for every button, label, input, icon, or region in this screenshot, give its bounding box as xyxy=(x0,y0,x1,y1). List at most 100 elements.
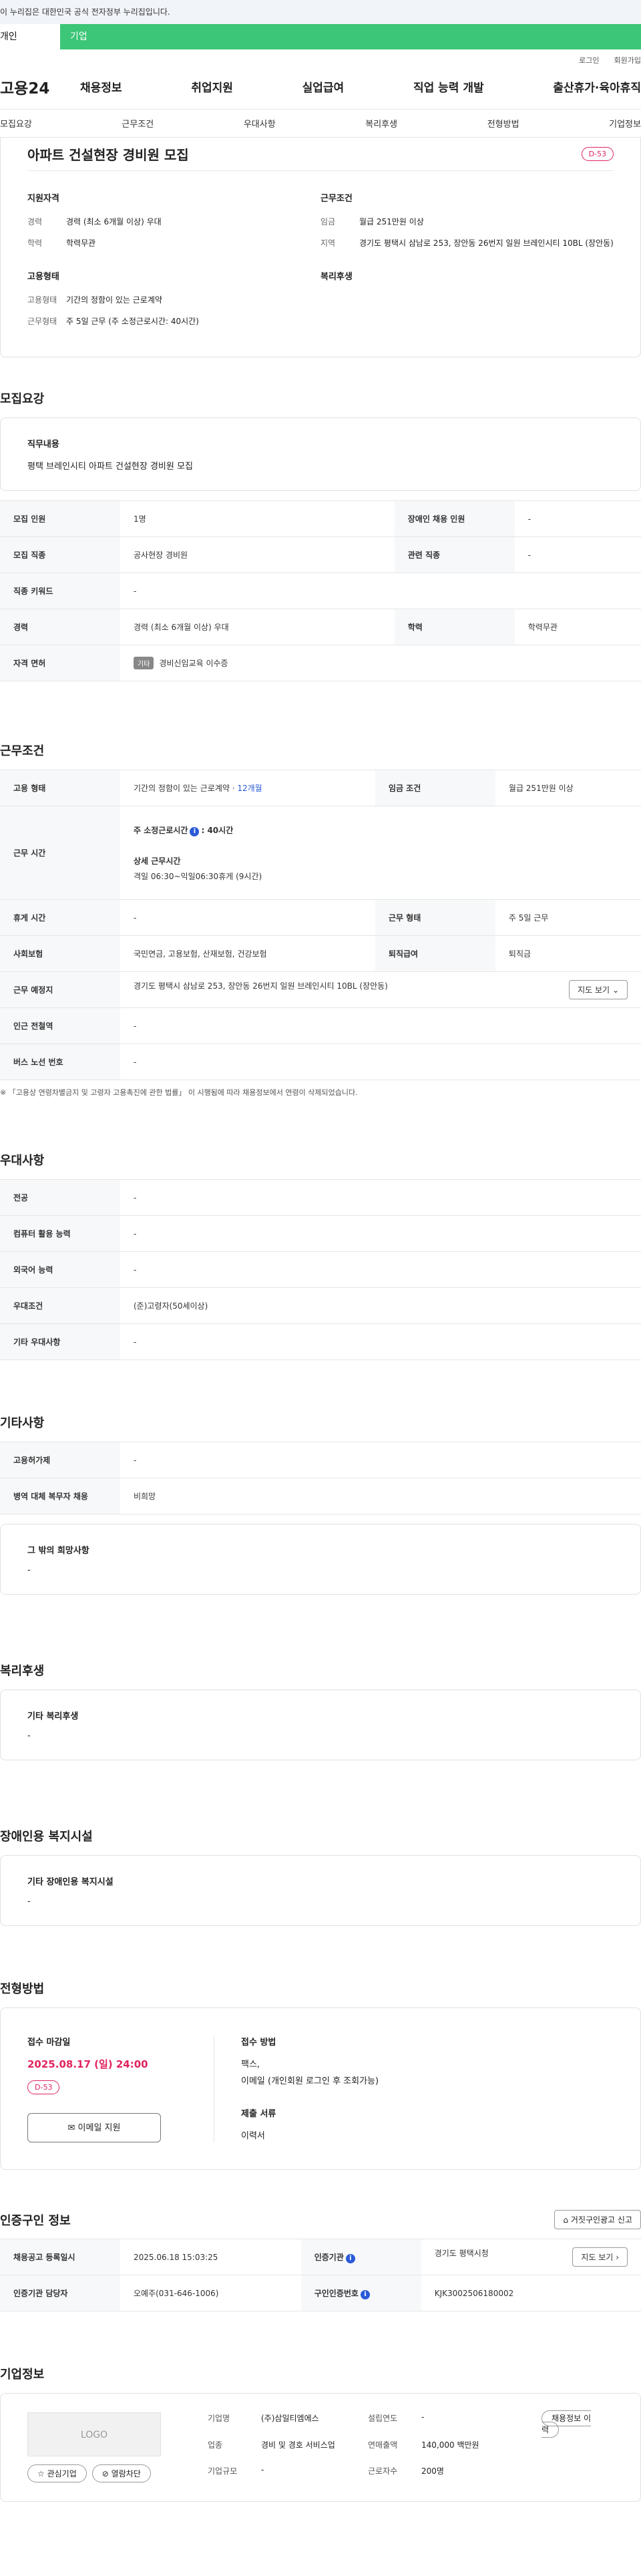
table-row: 컴퓨터 활용 능력 - xyxy=(0,1215,641,1252)
work-hours-label: 주 소정근로시간 xyxy=(134,825,188,835)
table-row: 사회보험 국민연금, 고용보험, 산재보험, 건강보험 퇴직급여 퇴직금 xyxy=(0,935,641,972)
cell-label: 퇴직급여 xyxy=(375,935,495,972)
deadline-value: 2025.08.17 (일) 24:00 xyxy=(27,2058,148,2070)
method-label: 접수 방법 xyxy=(241,2038,276,2048)
label: 임금 xyxy=(320,217,336,226)
label: 고용형태 xyxy=(27,295,57,305)
label: 근무형태 xyxy=(27,317,57,326)
cell-label: 휴게 시간 xyxy=(0,899,120,936)
table-row: 직종 키워드 - xyxy=(0,573,641,609)
cell-label: 모집 직종 xyxy=(0,536,120,573)
tab-company[interactable]: 기업 xyxy=(60,24,641,49)
cell-label: 고용허가제 xyxy=(0,1442,120,1478)
docs-label: 제출 서류 xyxy=(241,2109,276,2119)
cell-value: 공사현장 경비원 xyxy=(120,536,395,573)
work-hours-value: 40시간 xyxy=(207,825,234,835)
info-icon[interactable]: i xyxy=(345,2253,355,2263)
label: 근로자수 xyxy=(368,2466,398,2476)
info-icon[interactable]: i xyxy=(190,826,200,836)
duty-title: 직무내용 xyxy=(27,440,59,450)
duty-card: 직무내용 평택 브레인시티 아파트 건설현장 경비원 모집 xyxy=(0,418,641,491)
value: - xyxy=(261,2465,264,2475)
table-row: 고용허가제 - xyxy=(0,1442,641,1478)
org-value: 경기도 평택시청 xyxy=(434,2249,489,2258)
table-row: 병역 대체 복무자 채용 비희망 xyxy=(0,1478,641,1514)
apply-card: 접수 마감일 2025.08.17 (일) 24:00 D-53 ✉ 이메일 지… xyxy=(0,2007,641,2170)
other-wishes-value: - xyxy=(27,1565,31,1575)
gnb-item-job-skills[interactable]: 직업 능력 개발 xyxy=(413,78,484,95)
disabled-facility-value: - xyxy=(27,1897,31,1907)
disabled-facility-card: 기타 장애인용 복지시설 - xyxy=(0,1855,641,1926)
report-false-ad-button[interactable]: ⌂ 거짓구인광고 신고 xyxy=(554,2210,641,2229)
table-row: 우대조건 (준)고령자(50세이상) xyxy=(0,1287,641,1324)
table-row: 자격 면허 기타 경비신임교육 이수증 xyxy=(0,645,641,681)
label: 설립연도 xyxy=(368,2414,398,2423)
cell-label: 전공 xyxy=(0,1179,120,1216)
contract-period-link[interactable]: 12개월 xyxy=(237,784,262,793)
block-icon: ⊘ xyxy=(101,2469,109,2478)
cell-label: 인증기관 담당자 xyxy=(0,2275,120,2311)
cell-value: - xyxy=(120,573,641,609)
chevron-down-icon: ⌄ xyxy=(612,985,619,995)
cond-heading: 근무조건 xyxy=(320,194,353,204)
email-apply-button[interactable]: ✉ 이메일 지원 xyxy=(27,2113,161,2142)
fav-label: 관심기업 xyxy=(47,2469,77,2478)
block-label: 열람차단 xyxy=(111,2469,141,2478)
user-type-tabs: 개인 기업 xyxy=(0,24,641,49)
tab-personal[interactable]: 개인 xyxy=(0,24,60,49)
work-place-text: 경기도 평택시 삼남로 253, 장안동 26번지 일원 브레인시티 10BL … xyxy=(134,981,388,991)
block-view-button[interactable]: ⊘ 열람차단 xyxy=(91,2464,151,2482)
company-card: LOGO ☆ 관심기업 ⊘ 열람차단 기업명 (주)삼일티엠에스 설립연도 - 업종… xyxy=(0,2393,641,2502)
cell-label: 근무 시간 xyxy=(0,806,120,900)
value: 기간의 정함이 있는 근로계약 xyxy=(66,295,162,305)
cell-label: 컴퓨터 활용 능력 xyxy=(0,1215,120,1252)
cell-label: 고용 형태 xyxy=(0,770,120,806)
gnb-item-employment-support[interactable]: 취업지원 xyxy=(191,78,233,95)
login-link[interactable]: 로그인 xyxy=(579,56,599,65)
detail-hours-label: 상세 근무시간 xyxy=(134,856,181,866)
tab-selection[interactable]: 전형방법 xyxy=(487,117,519,130)
emp-type-text: 기간의 정함이 있는 근로계약 · xyxy=(134,784,238,793)
cell-label: 경력 xyxy=(0,609,120,645)
welfare-heading: 복리후생 xyxy=(320,272,353,282)
gnb-item-jobs[interactable]: 채용정보 xyxy=(80,78,122,95)
org-map-button[interactable]: 지도 보기 › xyxy=(572,2247,628,2267)
tab-welfare[interactable]: 복리후생 xyxy=(365,117,397,130)
cell-label: 인근 전철역 xyxy=(0,1007,120,1044)
table-row: 인근 전철역 - xyxy=(0,1007,641,1044)
cell-value: 오예주(031-646-1006) xyxy=(120,2275,301,2311)
job-title: 아파트 건설현장 경비원 모집 xyxy=(27,147,189,163)
email-apply-label: 이메일 지원 xyxy=(77,2123,121,2133)
signup-link[interactable]: 회원가입 xyxy=(614,56,641,65)
cell-value: 기타 경비신임교육 이수증 xyxy=(120,645,641,681)
favorite-company-button[interactable]: ☆ 관심기업 xyxy=(27,2464,87,2482)
site-logo[interactable]: 고용24 xyxy=(0,75,80,98)
tab-preferences[interactable]: 우대사항 xyxy=(244,117,276,130)
cell-value: - xyxy=(514,536,641,573)
gnb-item-unemployment-benefit[interactable]: 실업급여 xyxy=(302,78,345,95)
cell-label: 근무 예정지 xyxy=(0,971,120,1008)
label: 기업규모 xyxy=(208,2466,238,2476)
emp-heading: 고용형태 xyxy=(27,272,59,282)
tab-work-conditions[interactable]: 근무조건 xyxy=(122,117,154,130)
info-icon[interactable]: i xyxy=(360,2289,370,2299)
cell-label: 병역 대체 복무자 채용 xyxy=(0,1478,120,1514)
tab-company-info[interactable]: 기업정보 xyxy=(609,117,641,130)
map-view-button[interactable]: 지도 보기 ⌄ xyxy=(569,980,628,999)
global-nav: 고용24 채용정보 취업지원 실업급여 직업 능력 개발 출산휴가·육아휴직 xyxy=(0,64,641,110)
section-title-work: 근무조건 xyxy=(0,744,45,758)
value: 경비 및 경호 서비스업 xyxy=(261,2440,335,2450)
job-history-button[interactable]: 채용정보 이력 xyxy=(542,2410,592,2438)
gnb-item-parental-leave[interactable]: 출산휴가·육아휴직 xyxy=(553,78,641,95)
table-row: 기타 우대사항 - xyxy=(0,1323,641,1360)
cell-value: 국민연금, 고용보험, 산재보험, 건강보험 xyxy=(120,935,375,972)
cert-table: 채용공고 등록일시 2025.06.18 15:03:25 인증기관 i 경기도 평택시… xyxy=(0,2239,641,2311)
value: 경기도 평택시 삼남로 253, 장안동 26번지 일원 브레인시티 10BL … xyxy=(359,238,614,248)
cell-value: 비희망 xyxy=(120,1478,641,1514)
tab-recruit[interactable]: 모집요강 xyxy=(0,117,32,130)
table-row: 버스 노선 번호 - xyxy=(0,1043,641,1080)
welfare-value: - xyxy=(27,1731,31,1741)
cell-label: 사회보험 xyxy=(0,935,120,972)
license-name: 경비신임교육 이수증 xyxy=(159,659,228,668)
value: 경력 (최소 6개월 이상) 우대 xyxy=(66,217,162,226)
